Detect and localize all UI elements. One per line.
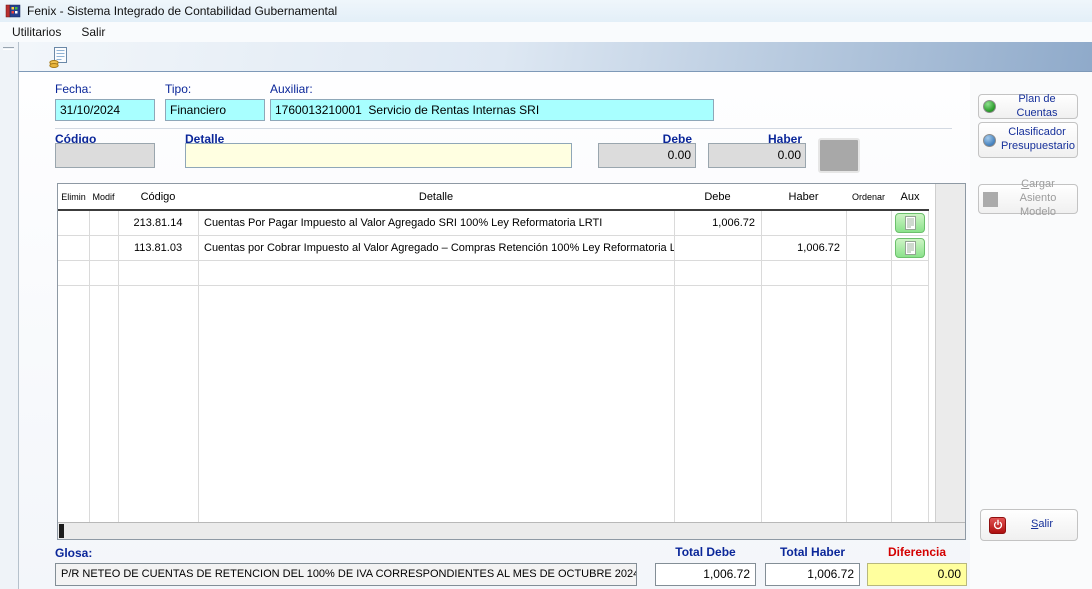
salir-label: Salir <box>1011 518 1073 532</box>
menu-bar: Utilitarios Salir <box>0 22 1092 42</box>
cell-detalle: Cuentas por Cobrar Impuesto al Valor Agr… <box>198 242 674 254</box>
grid-row[interactable]: 213.81.14 Cuentas Por Pagar Impuesto al … <box>58 211 929 236</box>
diferencia-label: Diferencia <box>867 545 967 559</box>
horizontal-scrollbar[interactable] <box>58 522 965 539</box>
app-window: Fenix - Sistema Integrado de Contabilida… <box>0 0 1092 589</box>
note-icon <box>905 216 916 230</box>
vertical-scrollbar[interactable] <box>935 184 965 522</box>
col-header-debe[interactable]: Debe <box>674 191 761 203</box>
detalle-entry-input[interactable] <box>185 143 572 168</box>
cell-codigo: 213.81.14 <box>118 217 198 229</box>
plan-de-cuentas-button[interactable]: Plan de Cuentas <box>978 94 1078 119</box>
haber-entry-input: 0.00 <box>708 143 806 168</box>
blue-sphere-icon <box>983 134 996 147</box>
grid-body: Elimin Modif Código Detalle Debe Haber O… <box>58 184 929 522</box>
cell-haber: 1,006.72 <box>761 242 846 254</box>
entries-grid: Elimin Modif Código Detalle Debe Haber O… <box>57 183 966 540</box>
content-panel: Fecha: Tipo: Auxiliar: 31/10/2024 Financ… <box>19 72 970 589</box>
cell-detalle: Cuentas Por Pagar Impuesto al Valor Agre… <box>198 217 674 229</box>
salir-button[interactable]: Salir <box>980 509 1078 541</box>
cargar-asiento-label: Cargar Asiento Modelo <box>1003 178 1073 219</box>
cargar-asiento-modelo-button: Cargar Asiento Modelo <box>978 184 1078 214</box>
left-dock-strip <box>0 42 19 589</box>
tipo-input[interactable]: Financiero <box>165 99 265 121</box>
note-icon <box>905 241 916 255</box>
menu-utilitarios[interactable]: Utilitarios <box>2 23 71 41</box>
total-haber-label: Total Haber <box>765 545 860 559</box>
total-debe-value: 1,006.72 <box>655 563 756 586</box>
new-entry-button[interactable] <box>45 44 72 70</box>
col-header-ordenar[interactable]: Ordenar <box>846 192 891 202</box>
grid-row-empty[interactable] <box>58 261 929 286</box>
toolbar <box>19 42 1092 72</box>
diferencia-value: 0.00 <box>867 563 967 586</box>
clasificador-label: Clasificador Presupuestario <box>1001 126 1073 154</box>
separator-line <box>55 128 952 129</box>
col-header-aux[interactable]: Aux <box>891 191 929 203</box>
grid-header: Elimin Modif Código Detalle Debe Haber O… <box>58 184 929 211</box>
tipo-label: Tipo: <box>165 82 191 96</box>
col-header-modif[interactable]: Modif <box>89 192 118 202</box>
h-scrollbar-thumb[interactable] <box>59 524 64 538</box>
app-icon <box>5 3 21 19</box>
cell-debe: 1,006.72 <box>674 217 761 229</box>
col-header-elimin[interactable]: Elimin <box>58 192 89 202</box>
col-header-haber[interactable]: Haber <box>761 191 846 203</box>
plan-de-cuentas-label: Plan de Cuentas <box>1001 93 1073 121</box>
aux-button[interactable] <box>895 213 925 233</box>
grid-row[interactable]: 113.81.03 Cuentas por Cobrar Impuesto al… <box>58 236 929 261</box>
codigo-entry-input <box>55 143 155 168</box>
debe-entry-input: 0.00 <box>598 143 696 168</box>
dock-grip[interactable] <box>3 47 14 50</box>
cell-codigo: 113.81.03 <box>118 242 198 254</box>
fecha-input[interactable]: 31/10/2024 <box>55 99 155 121</box>
gray-square-icon <box>983 192 998 207</box>
col-header-detalle[interactable]: Detalle <box>198 191 674 203</box>
add-entry-button <box>818 138 860 173</box>
clasificador-presupuestario-button[interactable]: Clasificador Presupuestario <box>978 122 1078 158</box>
total-debe-label: Total Debe <box>655 545 756 559</box>
glosa-label: Glosa: <box>55 546 92 560</box>
auxiliar-input[interactable]: 1760013210001 Servicio de Rentas Interna… <box>270 99 714 121</box>
fecha-label: Fecha: <box>55 82 92 96</box>
menu-salir[interactable]: Salir <box>71 23 115 41</box>
total-haber-value: 1,006.72 <box>765 563 860 586</box>
auxiliar-label: Auxiliar: <box>270 82 313 96</box>
col-header-codigo[interactable]: Código <box>118 191 198 203</box>
glosa-input[interactable]: P/R NETEO DE CUENTAS DE RETENCION DEL 10… <box>55 563 637 586</box>
window-title: Fenix - Sistema Integrado de Contabilida… <box>27 4 337 18</box>
power-icon <box>989 517 1006 534</box>
aux-button[interactable] <box>895 238 925 258</box>
title-bar: Fenix - Sistema Integrado de Contabilida… <box>0 0 1092 22</box>
document-coins-icon <box>48 46 69 69</box>
green-sphere-icon <box>983 100 996 113</box>
